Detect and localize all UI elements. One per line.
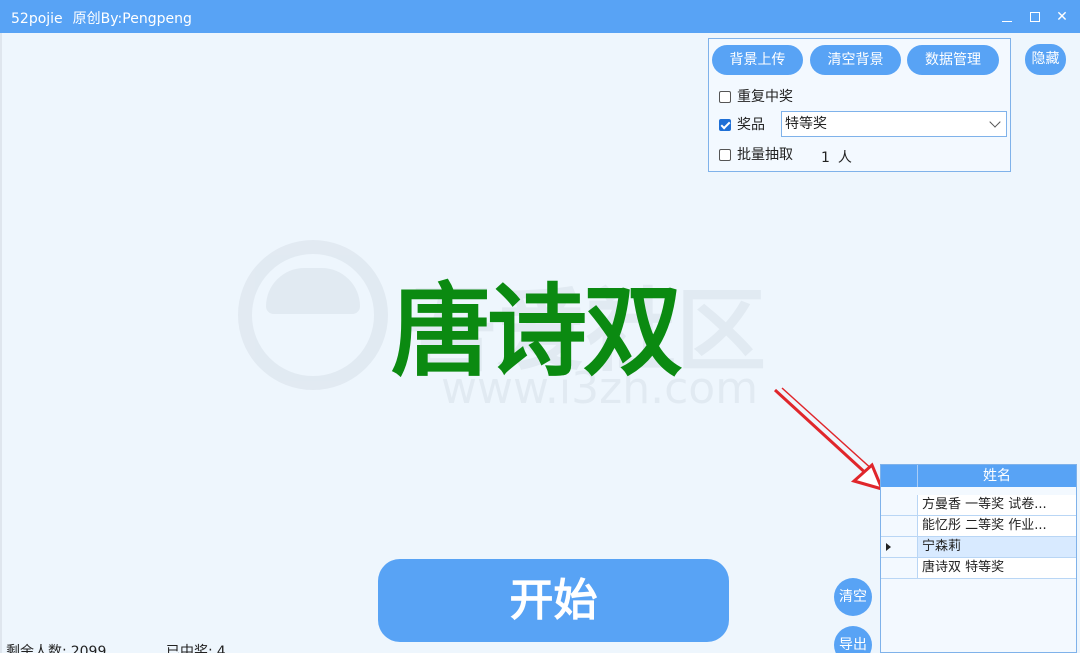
row-header[interactable] [881,537,918,557]
winners-table[interactable]: 姓名 方曼香 一等奖 试卷... 能忆彤 二等奖 作业... 宁森莉 唐诗双 特… [880,464,1077,653]
hide-button[interactable]: 隐藏 [1025,44,1066,75]
table-row[interactable]: 能忆彤 二等奖 作业... [881,516,1076,537]
repeat-win-checkbox[interactable]: 重复中奖 [719,87,839,107]
remaining-count: 剩余人数: 2099 [6,641,106,653]
table-cell[interactable]: 能忆彤 二等奖 作业... [918,516,1076,536]
remaining-value: 2099 [70,644,107,653]
repeat-win-checkbox-box[interactable] [719,91,731,103]
row-header[interactable] [881,516,918,536]
row-header[interactable] [881,558,918,578]
batch-count-unit: 人 [837,150,852,166]
batch-draw-label: 批量抽取 [737,147,793,163]
prize-checkbox-box[interactable] [719,119,731,131]
minimize-button[interactable] [996,6,1018,28]
red-arrow-icon [773,387,885,492]
column-header-name[interactable]: 姓名 [918,465,1076,487]
table-cell[interactable]: 宁森莉 [918,537,1076,557]
batch-draw-checkbox-box[interactable] [719,149,731,161]
batch-count: 1人 [821,147,852,167]
batch-count-value: 1 [821,150,830,166]
watermark-logo-icon [238,240,388,390]
row-pointer-icon [886,543,891,551]
won-count: 已中奖: 4 [166,641,226,653]
data-management-button[interactable]: 数据管理 [907,45,999,75]
table-row-selected[interactable]: 宁森莉 [881,537,1076,558]
batch-draw-checkbox[interactable]: 批量抽取 [719,145,819,165]
repeat-win-label: 重复中奖 [737,89,793,105]
window-left-border [0,33,2,653]
app-name: 52pojie [11,11,63,27]
author-credit: 原创By:Pengpeng [72,11,192,27]
close-icon: ✕ [1056,9,1068,25]
table-cell[interactable]: 唐诗双 特等奖 [918,558,1076,578]
export-button[interactable]: 导出 [834,626,872,653]
chevron-down-icon [989,116,1001,128]
table-row[interactable]: 方曼香 一等奖 试卷... [881,495,1076,516]
prize-checkbox[interactable]: 奖品 [719,115,779,135]
start-button[interactable]: 开始 [378,559,729,642]
window-title: 52pojie 原创By:Pengpeng [11,8,192,28]
settings-panel: 背景上传 清空背景 数据管理 重复中奖 奖品 特等奖 批量抽取 1人 [708,38,1011,172]
maximize-icon [1030,12,1040,22]
table-row[interactable]: 唐诗双 特等奖 [881,558,1076,579]
maximize-button[interactable] [1024,6,1046,28]
table-cell[interactable]: 方曼香 一等奖 试卷... [918,495,1076,515]
winner-name: 唐诗双 [391,273,683,390]
prize-select[interactable]: 特等奖 [781,111,1007,137]
table-corner [881,465,918,487]
upload-background-button[interactable]: 背景上传 [712,45,803,75]
won-value: 4 [216,644,226,653]
close-button[interactable]: ✕ [1051,6,1073,28]
title-bar: 52pojie 原创By:Pengpeng ✕ [0,0,1080,33]
row-header[interactable] [881,495,918,515]
remaining-label: 剩余人数: [6,644,67,653]
won-label: 已中奖: [166,644,213,653]
minimize-icon [1002,21,1012,22]
table-header: 姓名 [881,465,1076,487]
prize-label: 奖品 [737,117,765,133]
clear-list-button[interactable]: 清空 [834,578,872,616]
clear-background-button[interactable]: 清空背景 [810,45,901,75]
prize-select-value: 特等奖 [785,116,827,132]
